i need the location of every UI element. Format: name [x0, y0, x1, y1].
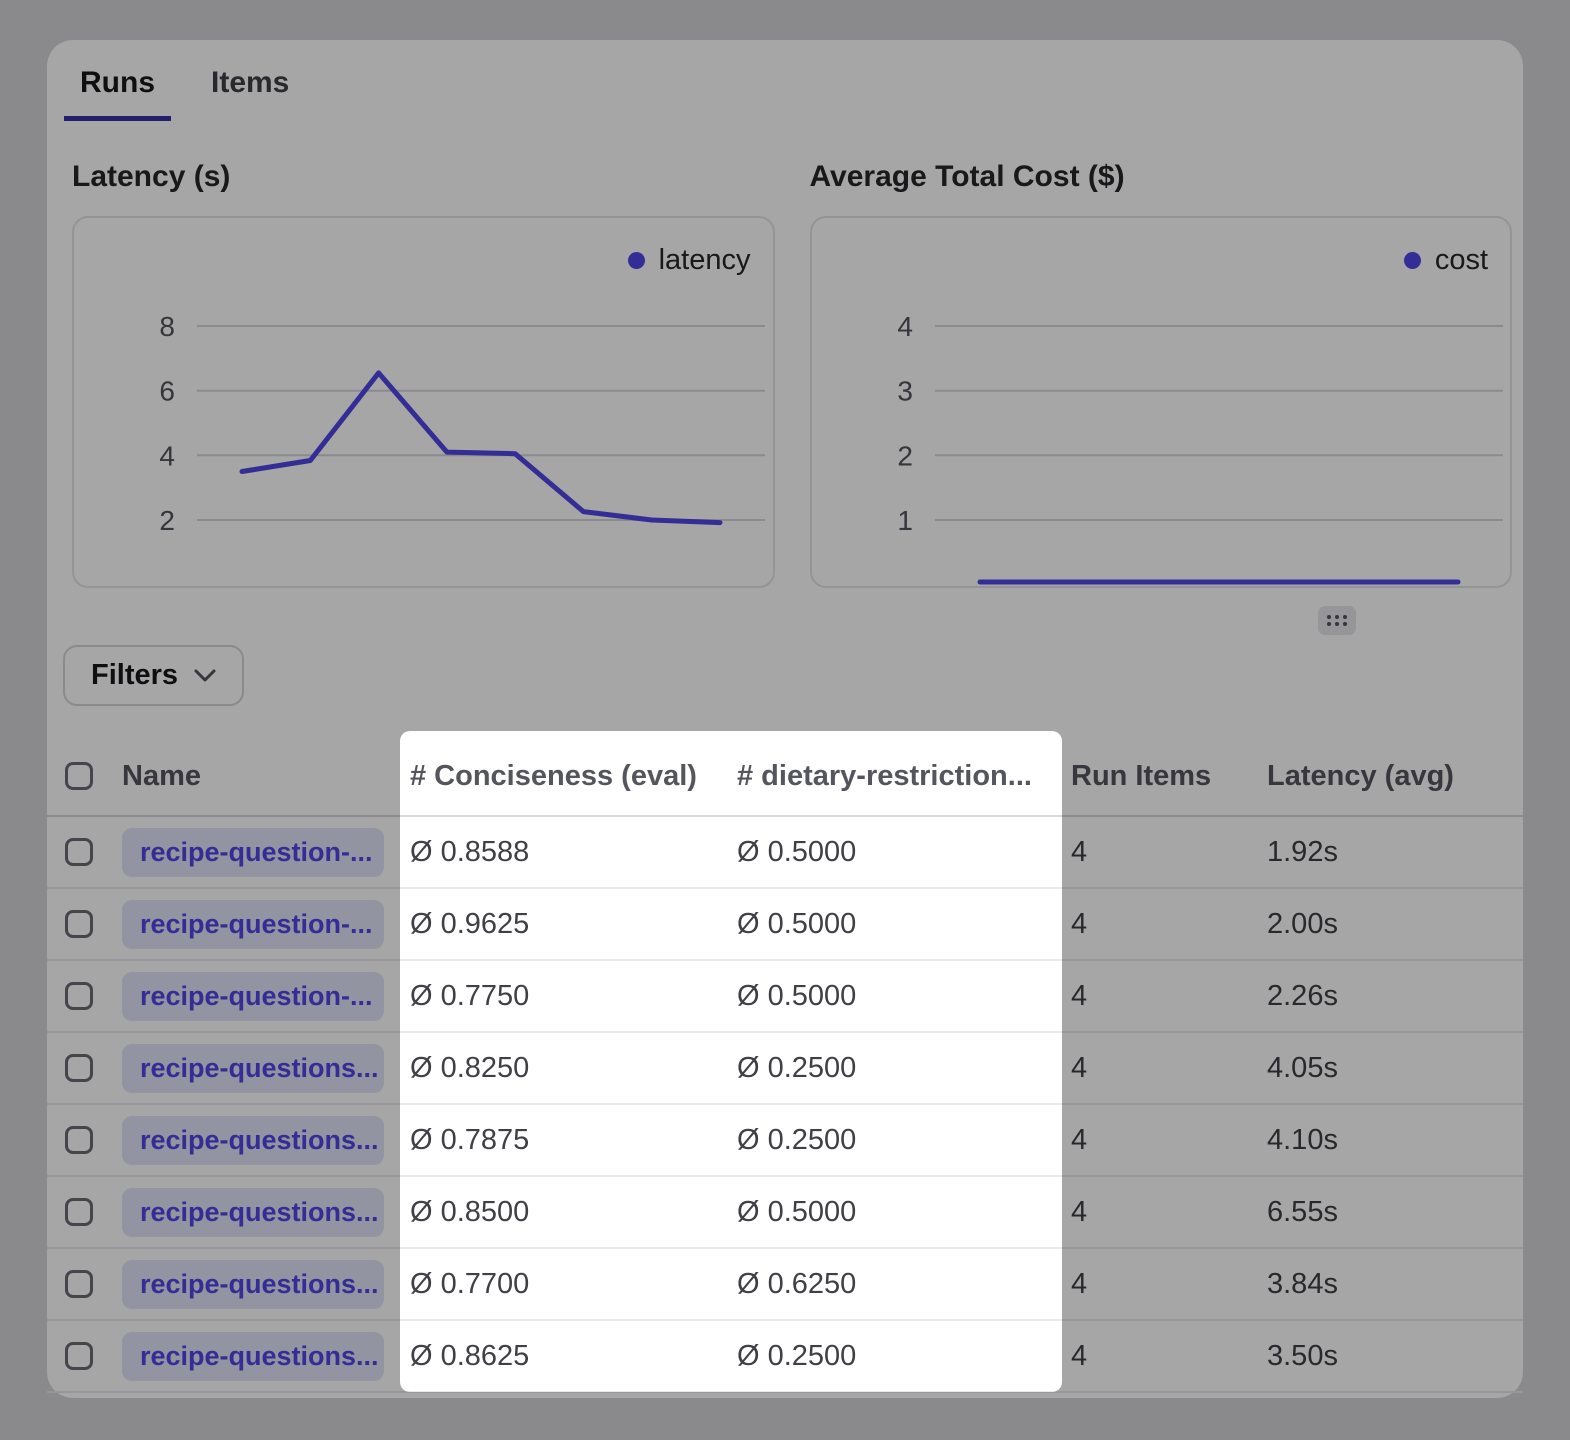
svg-text:8: 8	[159, 311, 175, 342]
run-name-badge[interactable]: recipe-question-...	[122, 972, 384, 1021]
latency-legend-label: latency	[659, 244, 751, 277]
table-row: recipe-questions... Ø 0.7700 Ø 0.6250 4 …	[47, 1249, 1523, 1321]
latency-legend[interactable]: latency	[628, 244, 751, 277]
row-checkbox[interactable]	[65, 1126, 93, 1154]
table-row: recipe-question-... Ø 0.9625 Ø 0.5000 4 …	[47, 889, 1523, 961]
latency-chart-section: Latency (s) latency 2 4 6 8	[72, 160, 775, 588]
run-items-value: 4	[1071, 1196, 1267, 1229]
latency-value: 4.10s	[1267, 1124, 1523, 1157]
conciseness-value: Ø 0.7750	[410, 980, 737, 1013]
run-items-value: 4	[1071, 1052, 1267, 1085]
filters-button-label: Filters	[91, 659, 178, 692]
latency-value: 4.05s	[1267, 1052, 1523, 1085]
runs-table: Name # Conciseness (eval) # dietary-rest…	[47, 737, 1523, 1393]
cost-chart: cost 1 2 3 4	[810, 216, 1513, 588]
dietary-value: Ø 0.5000	[737, 908, 1071, 941]
latency-value: 1.92s	[1267, 836, 1523, 869]
cost-legend-label: cost	[1435, 244, 1488, 277]
run-items-value: 4	[1071, 1124, 1267, 1157]
table-body: recipe-question-... Ø 0.8588 Ø 0.5000 4 …	[47, 817, 1523, 1393]
grip-dots-icon	[1327, 615, 1347, 626]
run-items-value: 4	[1071, 836, 1267, 869]
cost-legend[interactable]: cost	[1404, 244, 1488, 277]
dietary-value: Ø 0.5000	[737, 980, 1071, 1013]
runs-panel: Runs Items Latency (s) latency 2 4 6 8 Aver…	[47, 40, 1523, 1398]
page: Runs Items Latency (s) latency 2 4 6 8 Aver…	[0, 0, 1570, 1440]
table-row: recipe-questions... Ø 0.8250 Ø 0.2500 4 …	[47, 1033, 1523, 1105]
chevron-down-icon	[194, 669, 216, 683]
run-name-badge[interactable]: recipe-question-...	[122, 828, 384, 877]
charts-row: Latency (s) latency 2 4 6 8 Average Total C…	[72, 160, 1512, 588]
run-name-badge[interactable]: recipe-questions...	[122, 1116, 384, 1165]
conciseness-value: Ø 0.9625	[410, 908, 737, 941]
dietary-value: Ø 0.2500	[737, 1124, 1071, 1157]
run-name-badge[interactable]: recipe-questions...	[122, 1260, 384, 1309]
resize-handle-icon[interactable]	[1318, 606, 1356, 635]
tab-items[interactable]: Items	[195, 66, 305, 121]
column-header-name[interactable]: Name	[122, 760, 410, 793]
svg-text:4: 4	[159, 440, 175, 471]
table-row: recipe-questions... Ø 0.8500 Ø 0.5000 4 …	[47, 1177, 1523, 1249]
conciseness-value: Ø 0.7700	[410, 1268, 737, 1301]
conciseness-value: Ø 0.7875	[410, 1124, 737, 1157]
tab-runs[interactable]: Runs	[64, 66, 171, 121]
conciseness-value: Ø 0.8625	[410, 1340, 737, 1373]
conciseness-value: Ø 0.8500	[410, 1196, 737, 1229]
row-checkbox[interactable]	[65, 1198, 93, 1226]
latency-value: 2.26s	[1267, 980, 1523, 1013]
svg-text:2: 2	[897, 440, 913, 471]
latency-value: 6.55s	[1267, 1196, 1523, 1229]
run-items-value: 4	[1071, 908, 1267, 941]
latency-chart-title: Latency (s)	[72, 160, 775, 194]
table-header-row: Name # Conciseness (eval) # dietary-rest…	[47, 737, 1523, 817]
table-row: recipe-questions... Ø 0.8625 Ø 0.2500 4 …	[47, 1321, 1523, 1393]
latency-value: 3.50s	[1267, 1340, 1523, 1373]
run-name-badge[interactable]: recipe-questions...	[122, 1332, 384, 1381]
dietary-value: Ø 0.5000	[737, 1196, 1071, 1229]
dietary-value: Ø 0.5000	[737, 836, 1071, 869]
conciseness-value: Ø 0.8588	[410, 836, 737, 869]
row-checkbox[interactable]	[65, 838, 93, 866]
tab-bar: Runs Items	[64, 66, 305, 121]
latency-value: 3.84s	[1267, 1268, 1523, 1301]
dietary-value: Ø 0.6250	[737, 1268, 1071, 1301]
dietary-value: Ø 0.2500	[737, 1340, 1071, 1373]
row-checkbox[interactable]	[65, 1342, 93, 1370]
svg-text:6: 6	[159, 376, 175, 407]
latency-value: 2.00s	[1267, 908, 1523, 941]
column-header-latency[interactable]: Latency (avg)	[1267, 760, 1523, 793]
table-row: recipe-question-... Ø 0.7750 Ø 0.5000 4 …	[47, 961, 1523, 1033]
table-row: recipe-question-... Ø 0.8588 Ø 0.5000 4 …	[47, 817, 1523, 889]
latency-legend-dot-icon	[628, 252, 645, 269]
run-items-value: 4	[1071, 1340, 1267, 1373]
run-name-badge[interactable]: recipe-question-...	[122, 900, 384, 949]
select-all-checkbox[interactable]	[65, 762, 93, 790]
run-name-badge[interactable]: recipe-questions...	[122, 1044, 384, 1093]
row-checkbox[interactable]	[65, 982, 93, 1010]
cost-legend-dot-icon	[1404, 252, 1421, 269]
row-checkbox[interactable]	[65, 1054, 93, 1082]
cost-chart-title: Average Total Cost ($)	[810, 160, 1513, 194]
row-checkbox[interactable]	[65, 1270, 93, 1298]
filters-button[interactable]: Filters	[63, 645, 244, 706]
svg-text:1: 1	[897, 505, 913, 536]
svg-text:2: 2	[159, 505, 175, 536]
latency-chart: latency 2 4 6 8	[72, 216, 775, 588]
svg-text:4: 4	[897, 311, 913, 342]
column-header-conciseness[interactable]: # Conciseness (eval)	[410, 760, 737, 793]
dietary-value: Ø 0.2500	[737, 1052, 1071, 1085]
conciseness-value: Ø 0.8250	[410, 1052, 737, 1085]
cost-chart-section: Average Total Cost ($) cost 1 2 3 4	[810, 160, 1513, 588]
svg-text:3: 3	[897, 376, 913, 407]
run-items-value: 4	[1071, 1268, 1267, 1301]
table-row: recipe-questions... Ø 0.7875 Ø 0.2500 4 …	[47, 1105, 1523, 1177]
column-header-run-items[interactable]: Run Items	[1071, 760, 1267, 793]
column-header-dietary[interactable]: # dietary-restriction...	[737, 760, 1071, 793]
run-items-value: 4	[1071, 980, 1267, 1013]
row-checkbox[interactable]	[65, 910, 93, 938]
run-name-badge[interactable]: recipe-questions...	[122, 1188, 384, 1237]
